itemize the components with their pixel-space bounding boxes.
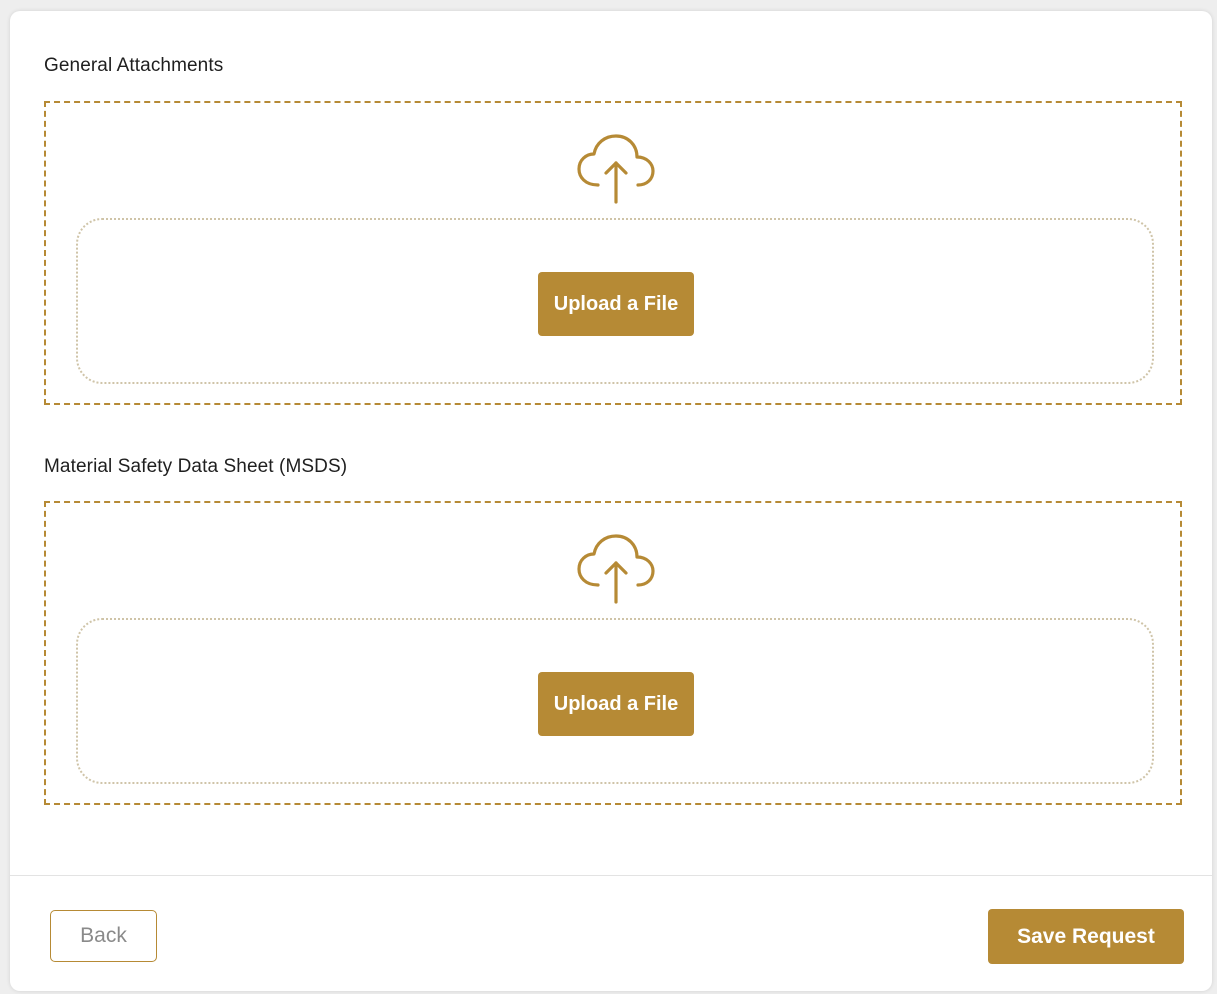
footer-divider: [10, 875, 1212, 876]
upload-area-general-attachments: Upload a File: [76, 218, 1154, 384]
section-title-general-attachments: General Attachments: [44, 55, 224, 76]
dropzone-msds[interactable]: Upload a File: [44, 501, 1182, 805]
save-request-button[interactable]: Save Request: [988, 909, 1184, 964]
upload-file-button-general-attachments[interactable]: Upload a File: [538, 272, 694, 336]
section-title-msds: Material Safety Data Sheet (MSDS): [44, 456, 348, 477]
cloud-upload-icon: [577, 134, 655, 204]
attachments-card: General Attachments Upload a File Materi…: [10, 11, 1212, 991]
back-button[interactable]: Back: [50, 910, 157, 962]
cloud-upload-icon: [577, 534, 655, 604]
dropzone-general-attachments[interactable]: Upload a File: [44, 101, 1182, 405]
upload-file-button-msds[interactable]: Upload a File: [538, 672, 694, 736]
upload-area-msds: Upload a File: [76, 618, 1154, 784]
